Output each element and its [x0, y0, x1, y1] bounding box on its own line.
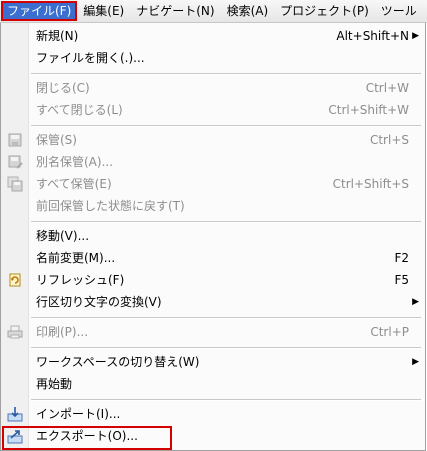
menu-item-shortcut: F2 [394, 251, 409, 265]
menu-item-shortcut: Ctrl+P [370, 325, 409, 339]
menu-item-save: 保管(S) Ctrl+S [1, 129, 425, 151]
submenu-arrow-icon: ▶ [412, 357, 419, 367]
menu-project[interactable]: プロジェクト(P) [274, 1, 375, 21]
menu-item-shortcut: F5 [394, 273, 409, 287]
menu-search[interactable]: 検索(A) [221, 1, 275, 21]
menu-item-label: ワークスペースの切り替え(W) [36, 355, 200, 369]
menu-item-label: インポート(I)... [36, 407, 121, 421]
menu-item-print: 印刷(P)... Ctrl+P [1, 321, 425, 343]
menu-file[interactable]: ファイル(F) [1, 1, 78, 21]
menu-item-new[interactable]: 新規(N) Alt+Shift+N ▶ [1, 25, 425, 47]
menu-item-label: 前回保管した状態に戻す(T) [36, 199, 185, 213]
menu-item-label: 移動(V)... [36, 229, 90, 243]
save-as-icon [8, 155, 23, 169]
menu-item-shortcut: Ctrl+Shift+S [332, 177, 409, 191]
menu-separator [31, 221, 421, 223]
menu-item-label: ファイルを開く(.)... [36, 51, 145, 65]
menu-item-revert: 前回保管した状態に戻す(T) [1, 195, 425, 217]
menu-item-convert-line-delimiters[interactable]: 行区切り文字の変換(V) ▶ [1, 291, 425, 313]
menu-bar: ファイル(F) 編集(E) ナビゲート(N) 検索(A) プロジェクト(P) ツ… [0, 0, 427, 23]
menu-item-label: 別名保管(A)... [36, 155, 114, 169]
menu-item-label: 行区切り文字の変換(V) [36, 295, 162, 309]
submenu-arrow-icon: ▶ [412, 297, 419, 307]
menu-separator [31, 73, 421, 75]
menu-navigate[interactable]: ナビゲート(N) [130, 1, 220, 21]
menu-item-close: 閉じる(C) Ctrl+W [1, 77, 425, 99]
menu-item-label: 名前変更(M)... [36, 251, 116, 265]
menu-tools[interactable]: ツール [375, 1, 423, 21]
menu-item-label: リフレッシュ(F) [36, 273, 125, 287]
menu-item-shortcut: Ctrl+Shift+W [328, 103, 409, 117]
menu-separator [31, 399, 421, 401]
menu-item-shortcut: Alt+Shift+N [336, 29, 409, 43]
save-icon [8, 133, 22, 147]
refresh-icon [9, 273, 21, 287]
menu-item-import[interactable]: インポート(I)... [1, 403, 425, 425]
save-all-icon [7, 176, 23, 192]
menu-item-close-all: すべて閉じる(L) Ctrl+Shift+W [1, 99, 425, 121]
menu-item-label: 閉じる(C) [36, 81, 90, 95]
export-highlight-box [2, 426, 172, 450]
menu-separator [31, 125, 421, 127]
menu-item-label: すべて保管(E) [36, 177, 112, 191]
menu-item-switch-workspace[interactable]: ワークスペースの切り替え(W) ▶ [1, 351, 425, 373]
menu-item-restart[interactable]: 再始動 [1, 373, 425, 395]
menu-item-label: 再始動 [36, 377, 73, 391]
menu-item-label: 印刷(P)... [36, 325, 89, 339]
menu-item-save-as: 別名保管(A)... [1, 151, 425, 173]
import-icon [7, 407, 23, 422]
file-menu-dropdown: 新規(N) Alt+Shift+N ▶ ファイルを開く(.)... 閉じる(C)… [0, 23, 426, 451]
menu-separator [31, 347, 421, 349]
menu-separator [31, 317, 421, 319]
submenu-arrow-icon: ▶ [412, 31, 419, 41]
menu-item-save-all: すべて保管(E) Ctrl+Shift+S [1, 173, 425, 195]
menu-item-shortcut: Ctrl+S [369, 133, 409, 147]
menu-item-move[interactable]: 移動(V)... [1, 225, 425, 247]
print-icon [7, 325, 23, 339]
menu-item-rename[interactable]: 名前変更(M)... F2 [1, 247, 425, 269]
menu-item-open-file[interactable]: ファイルを開く(.)... [1, 47, 425, 69]
menu-item-shortcut: Ctrl+W [365, 81, 409, 95]
menu-item-label: すべて閉じる(L) [36, 103, 123, 117]
menu-item-refresh[interactable]: リフレッシュ(F) F5 [1, 269, 425, 291]
menu-edit[interactable]: 編集(E) [77, 1, 130, 21]
menu-item-label: 新規(N) [36, 29, 79, 43]
menu-item-label: 保管(S) [36, 133, 77, 147]
